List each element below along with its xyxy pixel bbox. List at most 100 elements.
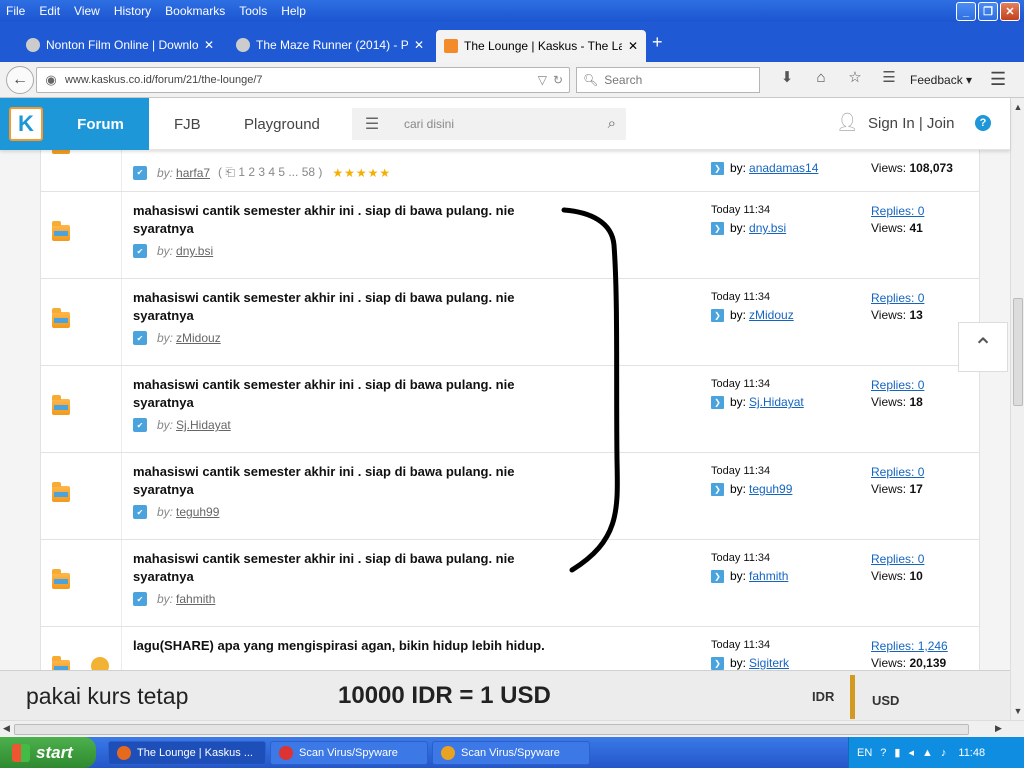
replies-link[interactable]: Replies: 1,246 — [871, 639, 948, 653]
replies-link[interactable]: Replies: 0 — [871, 291, 924, 305]
last-poster-link[interactable]: anadamas14 — [749, 161, 818, 175]
author-link[interactable]: dny.bsi — [176, 244, 213, 258]
feedback-button[interactable]: Feedback ▾ — [910, 73, 972, 87]
author-link[interactable]: teguh99 — [176, 505, 219, 519]
replies-link[interactable]: Replies: 0 — [871, 378, 924, 392]
replies-link[interactable]: Replies: 0 — [871, 552, 924, 566]
nav-forum[interactable]: Forum — [52, 98, 149, 150]
menu-icon[interactable]: ☰ — [990, 69, 1006, 90]
language-indicator[interactable]: EN — [857, 747, 872, 759]
triangle-icon[interactable]: ▲ — [922, 747, 933, 759]
currency-banner-ad[interactable]: pakai kurs tetap 10000 IDR = 1 USD IDR U… — [0, 670, 1010, 720]
scrollbar-thumb[interactable] — [14, 724, 969, 735]
task-scan-2[interactable]: Scan Virus/Spyware — [432, 741, 590, 765]
close-window-button[interactable]: ✕ — [1000, 2, 1020, 21]
thread-title[interactable]: mahasiswi cantik semester akhir ini . si… — [133, 550, 573, 586]
thread-title[interactable]: mahasiswi cantik semester akhir ini . si… — [133, 463, 573, 499]
sign-in-link[interactable]: Sign In | Join — [868, 115, 954, 132]
task-scan-1[interactable]: Scan Virus/Spyware — [270, 741, 428, 765]
kaskus-logo[interactable]: K — [0, 98, 52, 150]
last-poster-link[interactable]: dny.bsi — [749, 221, 786, 235]
scroll-up-icon[interactable]: ▲ — [1011, 100, 1024, 114]
close-tab-icon[interactable]: ✕ — [204, 38, 214, 52]
thread-title[interactable]: mahasiswi cantik semester akhir ini . si… — [133, 289, 573, 325]
checkbox-icon[interactable]: ✔ — [133, 592, 147, 606]
scrollbar-thumb[interactable] — [1013, 298, 1023, 406]
last-poster-link[interactable]: Sigiterk — [749, 656, 789, 670]
last-poster-link[interactable]: Sj.Hidayat — [749, 395, 804, 409]
menu-bookmarks[interactable]: Bookmarks — [165, 4, 225, 18]
back-button[interactable]: ← — [6, 66, 34, 94]
author-link[interactable]: harfa7 — [176, 166, 210, 180]
start-button[interactable]: start — [0, 737, 96, 768]
speaker-icon[interactable]: ♪ — [941, 747, 947, 759]
reload-icon[interactable]: ↻ — [553, 73, 563, 87]
tab-lounge[interactable]: The Lounge | Kaskus - The La... ✕ — [436, 30, 646, 62]
nav-playground[interactable]: Playground — [244, 98, 320, 150]
tab-maze-runner[interactable]: The Maze Runner (2014) - Pa... ✕ — [228, 30, 432, 60]
goto-icon[interactable]: ❯ — [711, 221, 724, 235]
home-icon[interactable]: ⌂ — [804, 69, 838, 86]
checkbox-icon[interactable]: ✔ — [133, 165, 147, 180]
author-link[interactable]: zMidouz — [176, 331, 221, 345]
goto-icon[interactable]: ❯ — [711, 161, 724, 175]
scroll-to-top-button[interactable]: ⌃ — [958, 322, 1008, 372]
replies-link[interactable]: Replies: 0 — [871, 204, 924, 218]
search-icon[interactable]: ⌕ — [608, 115, 616, 132]
network-icon[interactable]: ▮ — [894, 746, 900, 759]
checkbox-icon[interactable]: ✔ — [133, 244, 147, 258]
menu-file[interactable]: File — [6, 4, 25, 18]
thread-author: ✔ by: zMidouz — [133, 331, 221, 345]
last-post: ❯ by: fahmith — [711, 569, 788, 583]
page-numbers[interactable]: 1 2 3 4 5 ... 58 ) — [238, 165, 322, 179]
author-link[interactable]: Sj.Hidayat — [176, 418, 231, 432]
page-links[interactable]: ( ⎗ 1 2 3 4 5 ... 58 ) — [218, 165, 322, 180]
tab-nonton[interactable]: Nonton Film Online | Downloa... ✕ — [18, 30, 222, 60]
scroll-left-icon[interactable]: ◀ — [3, 723, 10, 734]
nav-fjb[interactable]: FJB — [174, 98, 201, 150]
help-icon[interactable]: ? — [975, 115, 991, 131]
menu-edit[interactable]: Edit — [39, 4, 60, 18]
dropdown-icon[interactable]: ▽ — [538, 73, 547, 87]
arrow-icon[interactable]: ◂ — [908, 746, 914, 759]
help-icon[interactable]: ? — [880, 747, 886, 759]
vertical-scrollbar[interactable]: ▲ ▼ — [1010, 98, 1024, 720]
goto-icon[interactable]: ❯ — [711, 482, 724, 496]
scroll-right-icon[interactable]: ▶ — [995, 723, 1002, 734]
checkbox-icon[interactable]: ✔ — [133, 505, 147, 519]
browser-search-input[interactable]: 🔍︎ Search — [576, 67, 760, 93]
menu-history[interactable]: History — [114, 4, 151, 18]
minimize-button[interactable]: _ — [956, 2, 976, 21]
horizontal-scrollbar[interactable]: ◀ ▶ — [0, 720, 1024, 737]
download-icon[interactable]: ⬇ — [770, 68, 804, 86]
bookmark-star-icon[interactable]: ☆ — [838, 68, 872, 86]
menu-tools[interactable]: Tools — [239, 4, 267, 18]
goto-icon[interactable]: ❯ — [711, 308, 724, 322]
last-poster-link[interactable]: zMidouz — [749, 308, 794, 322]
replies-link[interactable]: Replies: 0 — [871, 465, 924, 479]
thread-title[interactable]: lagu(SHARE) apa yang mengispirasi agan, … — [133, 637, 573, 655]
url-bar[interactable]: ◉ www.kaskus.co.id/forum/21/the-lounge/7… — [36, 67, 570, 93]
scroll-down-icon[interactable]: ▼ — [1011, 704, 1024, 718]
author-link[interactable]: fahmith — [176, 592, 215, 606]
goto-icon[interactable]: ❯ — [711, 569, 724, 583]
reading-list-icon[interactable]: ☰ — [872, 68, 906, 86]
site-search-input[interactable]: cari disini ⌕ — [392, 108, 626, 140]
close-tab-icon[interactable]: ✕ — [414, 38, 424, 52]
last-poster-link[interactable]: fahmith — [749, 569, 788, 583]
last-poster-link[interactable]: teguh99 — [749, 482, 792, 496]
checkbox-icon[interactable]: ✔ — [133, 331, 147, 345]
task-firefox[interactable]: The Lounge | Kaskus ... — [108, 741, 266, 765]
thread-title[interactable]: mahasiswi cantik semester akhir ini . si… — [133, 202, 573, 238]
thread-title[interactable]: mahasiswi cantik semester akhir ini . si… — [133, 376, 573, 412]
close-tab-icon[interactable]: ✕ — [628, 39, 638, 53]
goto-icon[interactable]: ❯ — [711, 656, 724, 670]
new-tab-icon[interactable]: + — [652, 32, 663, 53]
last-post: ❯ by: anadamas14 — [711, 161, 818, 175]
menu-help[interactable]: Help — [281, 4, 306, 18]
checkbox-icon[interactable]: ✔ — [133, 418, 147, 432]
goto-icon[interactable]: ❯ — [711, 395, 724, 409]
list-icon[interactable]: ☰ — [352, 108, 392, 140]
maximize-button[interactable]: ❐ — [978, 2, 998, 21]
menu-view[interactable]: View — [74, 4, 100, 18]
